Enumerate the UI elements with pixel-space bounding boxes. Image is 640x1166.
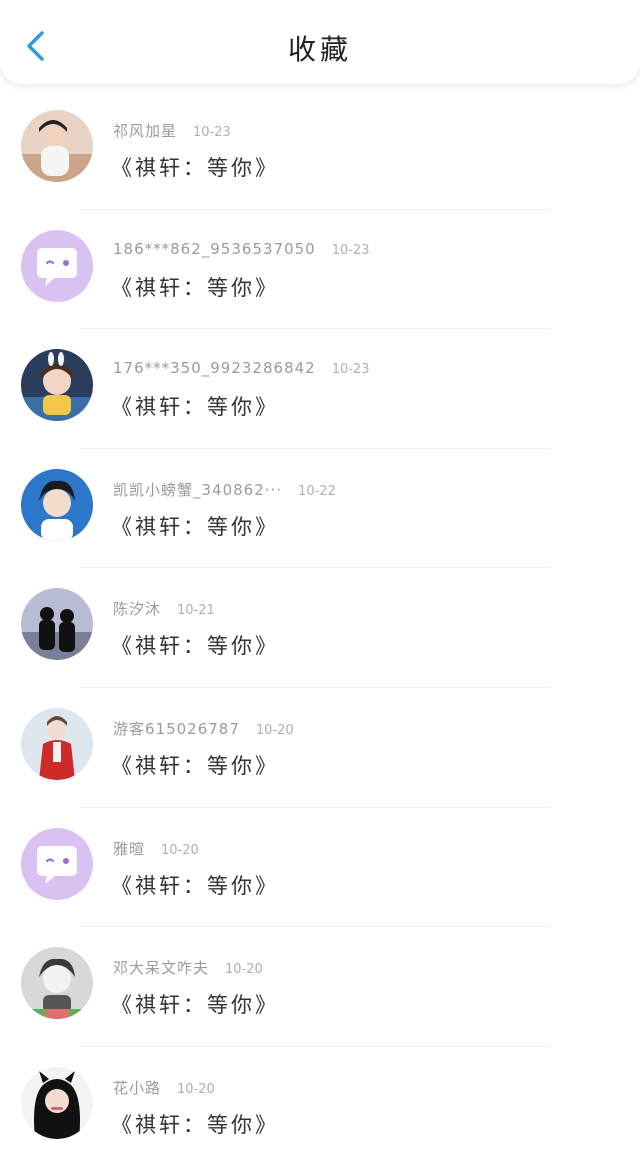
timestamp: 10-20 [255, 722, 294, 738]
avatar[interactable] [21, 1066, 93, 1139]
timestamp: 10-21 [177, 603, 215, 619]
chat-bubble-icon [21, 229, 93, 302]
item-meta: 游客615026787 10-20 [113, 718, 294, 739]
list-item[interactable]: 186***862_9536537050 10-23 《祺轩：等你》 [0, 210, 640, 330]
user-name: 邓大呆文咋夫 [113, 959, 210, 978]
avatar[interactable] [21, 707, 93, 780]
timestamp: 10-23 [331, 242, 370, 258]
timestamp: 10-23 [331, 362, 370, 378]
list-item[interactable]: 凯凯小螃蟹_340862··· 10-22 《祺轩：等你》 [0, 449, 640, 569]
list-item[interactable]: 花小路 10-20 《祺轩：等你》 [0, 1047, 640, 1166]
favorites-list: 祁风加星 10-23 《祺轩：等你》 186***862_9536537050 10… [0, 90, 640, 1166]
avatar[interactable] [21, 588, 93, 661]
avatar[interactable] [21, 947, 93, 1020]
user-name: 陈汐沐 [113, 600, 162, 619]
user-name: 祁风加星 [113, 122, 178, 140]
timestamp: 10-20 [177, 1081, 215, 1097]
item-meta: 祁风加星 10-23 [113, 120, 231, 141]
avatar[interactable] [21, 229, 93, 302]
list-item[interactable]: 雅暄 10-20 《祺轩：等你》 [0, 808, 640, 928]
avatar[interactable] [21, 349, 93, 422]
item-meta: 陈汐沐 10-21 [113, 598, 215, 619]
user-name: 雅暄 [113, 839, 146, 858]
user-name: 凯凯小螃蟹_340862··· [113, 480, 283, 499]
avatar[interactable] [21, 468, 93, 541]
timestamp: 10-20 [225, 962, 263, 978]
timestamp: 10-23 [193, 125, 231, 140]
avatar[interactable] [21, 110, 93, 182]
header-bar: 收藏 [0, 0, 640, 84]
chat-bubble-icon [21, 827, 93, 900]
timestamp: 10-20 [161, 842, 199, 858]
item-meta: 186***862_9536537050 10-23 [113, 240, 369, 258]
user-name: 176***350_9923286842 [113, 359, 316, 378]
list-item[interactable]: 陈汐沐 10-21 《祺轩：等你》 [0, 568, 640, 688]
song-title[interactable]: 《祺轩：等你》 [111, 391, 279, 421]
list-item[interactable]: 游客615026787 10-20 《祺轩：等你》 [0, 688, 640, 808]
song-title[interactable]: 《祺轩：等你》 [111, 870, 279, 900]
song-title[interactable]: 《祺轩：等你》 [111, 750, 279, 780]
user-name: 186***862_9536537050 [113, 239, 316, 258]
user-name: 花小路 [113, 1078, 162, 1097]
song-title[interactable]: 《祺轩：等你》 [111, 630, 279, 660]
item-meta: 邓大呆文咋夫 10-20 [113, 957, 263, 978]
user-name: 游客615026787 [113, 719, 240, 738]
avatar[interactable] [21, 827, 93, 900]
song-title[interactable]: 《祺轩：等你》 [111, 989, 279, 1019]
list-item[interactable]: 祁风加星 10-23 《祺轩：等你》 [0, 90, 640, 210]
song-title[interactable]: 《祺轩：等你》 [111, 511, 279, 541]
item-meta: 雅暄 10-20 [113, 838, 199, 859]
list-item[interactable]: 邓大呆文咋夫 10-20 《祺轩：等你》 [0, 927, 640, 1047]
item-meta: 176***350_9923286842 10-23 [113, 359, 369, 377]
item-meta: 花小路 10-20 [113, 1077, 215, 1098]
item-meta: 凯凯小螃蟹_340862··· 10-22 [113, 479, 336, 500]
list-item[interactable]: 176***350_9923286842 10-23 《祺轩：等你》 [0, 329, 640, 449]
timestamp: 10-22 [298, 483, 336, 499]
song-title[interactable]: 《祺轩：等你》 [111, 272, 279, 302]
page-title: 收藏 [287, 33, 352, 66]
song-title[interactable]: 《祺轩：等你》 [111, 1109, 279, 1139]
song-title[interactable]: 《祺轩：等你》 [111, 152, 279, 182]
